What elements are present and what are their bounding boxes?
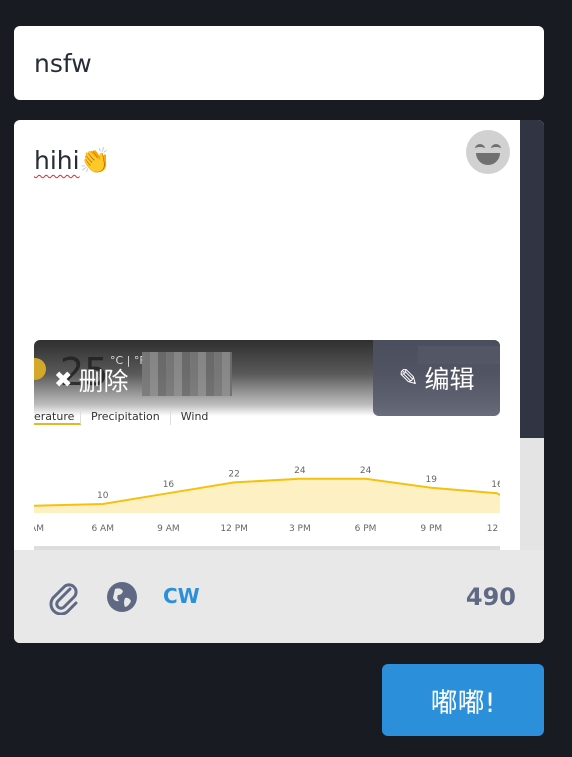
content-warning-toggle[interactable]: CW [163,584,200,608]
chart-data-label: 24 [294,466,306,476]
pencil-icon: ✎ [398,364,419,392]
content-warning-value: nsfw [34,48,92,78]
emoji-eye-left [475,144,485,153]
chart-data-label: 22 [228,469,239,479]
chart-x-tick-label: 6 PM [355,524,377,534]
publish-label: 嘟嘟! [430,687,496,719]
close-icon: ✖ [54,367,73,393]
waving-hands-emoji: 👏 [79,146,111,175]
preview-tab: Precipitation [81,410,171,425]
compose-box: hihi👏 25 °C | °F ✖ 删除 ✎ 编辑 erature Preci… [14,120,544,643]
chart-x-tick-label: 3 PM [289,524,311,534]
scrollbar-track [520,438,544,550]
blurred-region [142,352,232,396]
chart-data-label: 19 [426,475,438,485]
chart-x-tick-label: AM [34,524,44,534]
paperclip-icon[interactable] [48,581,80,619]
emoji-mouth [476,153,500,165]
chart-x-tick-label: 9 AM [157,524,180,534]
content-warning-input[interactable]: nsfw [14,26,544,100]
preview-temperature-chart: 10 16 22 24 24 19 16 AM 6 AM 9 AM 12 PM 3 PM 6 PM 9 P… [34,466,500,534]
character-counter: 490 [465,583,516,611]
delete-media-button[interactable]: ✖ 删除 [54,362,128,398]
chart-x-tick-label: 12 A [487,524,500,534]
edit-media-button[interactable]: ✎ 编辑 [373,340,500,416]
chart-x-tick-label: 6 AM [91,524,114,534]
chart-data-label: 16 [491,480,500,490]
compose-textarea[interactable]: hihi👏 [34,146,111,176]
compose-footer: CW 490 [14,550,544,643]
media-attachment-preview[interactable]: 25 °C | °F ✖ 删除 ✎ 编辑 erature Precipitati… [34,340,500,550]
globe-icon[interactable] [106,581,138,617]
emoji-picker-button[interactable] [466,130,510,174]
publish-button[interactable]: 嘟嘟! [382,664,544,736]
preview-tabs: erature Precipitation Wind [34,410,218,425]
chart-data-label: 16 [163,480,175,490]
preview-tab: erature [34,410,81,425]
chart-x-tick-label: 12 PM [220,524,248,534]
delete-label: 删除 [78,367,129,396]
edit-label: 编辑 [424,365,475,394]
chart-data-label: 10 [97,491,109,501]
emoji-eye-right [491,144,501,153]
chart-x-tick-label: 9 PM [420,524,442,534]
preview-tab: Wind [180,410,209,423]
compose-text: hihi [34,146,80,175]
chart-data-label: 24 [360,466,372,476]
